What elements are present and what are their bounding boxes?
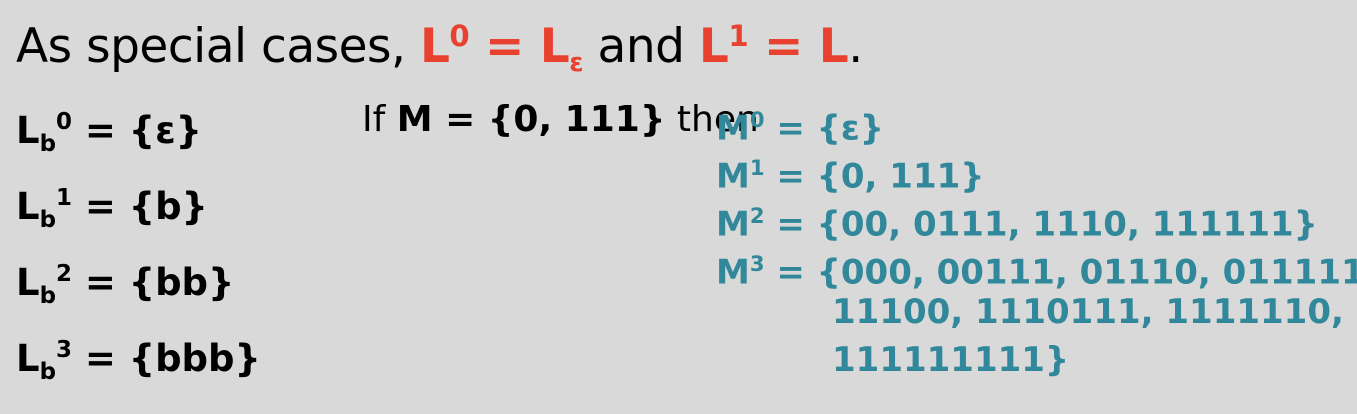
m-power-0: M0 = {ε} xyxy=(716,96,1357,149)
m-power-list: M0 = {ε} M1 = {0, 111} M2 = {00, 0111, 1… xyxy=(716,96,1357,384)
lb-base: L xyxy=(16,336,40,380)
lb-base: L xyxy=(16,260,40,304)
lb-power-1: Lb1 = {b} xyxy=(16,172,261,248)
heading-mid: and xyxy=(583,19,699,75)
lb-value: = {bb} xyxy=(71,260,235,304)
lb-power-0: Lb0 = {ε} xyxy=(16,96,261,172)
m-sup: 3 xyxy=(749,251,765,276)
m-power-3-continuation-2: 111111111} xyxy=(832,340,1070,380)
m-value: = {00, 0111, 1110, 111111} xyxy=(764,204,1318,245)
m-value: = {0, 111} xyxy=(764,156,985,197)
heading-l1-base: L xyxy=(698,19,729,75)
heading-l0-sup: 0 xyxy=(449,19,470,53)
heading-l1-sup: 1 xyxy=(728,19,749,53)
if-word: If xyxy=(362,99,397,140)
heading-l0-expression: L0 = Lε xyxy=(419,19,584,78)
m-definition-line: If M = {0, 111} then xyxy=(362,96,759,144)
m-base: M xyxy=(716,204,750,245)
m-value: = {000, 00111, 01110, 0111111, xyxy=(764,252,1357,293)
lb-base: L xyxy=(16,184,40,228)
lb-value: = {bbb} xyxy=(71,336,261,380)
lb-value: = {b} xyxy=(71,184,208,228)
m-base: M xyxy=(716,156,750,197)
lb-power-3: Lb3 = {bbb} xyxy=(16,324,261,400)
m-sup: 0 xyxy=(749,107,765,132)
heading-dot: . xyxy=(848,19,863,75)
m-definition: M = {0, 111} xyxy=(396,99,666,140)
lb-power-list: Lb0 = {ε} Lb1 = {b} Lb2 = {bb} Lb3 = {bb… xyxy=(16,96,261,400)
lb-sub: b xyxy=(39,130,56,157)
lb-base: L xyxy=(16,108,40,152)
lb-sup: 3 xyxy=(56,337,72,363)
lb-sub: b xyxy=(39,206,56,233)
lb-sup: 2 xyxy=(56,261,72,287)
lb-value: = {ε} xyxy=(71,108,203,152)
m-sup: 2 xyxy=(749,203,765,228)
lb-sub: b xyxy=(39,358,56,385)
heading-l0-base: L xyxy=(419,19,450,75)
heading-l1-eq: = L xyxy=(748,19,849,75)
m-power-3: M3 = {000, 00111, 01110, 0111111, xyxy=(716,240,1357,293)
m-sup: 1 xyxy=(749,155,765,180)
heading-l0-eq: = L xyxy=(469,19,570,75)
lb-sup: 1 xyxy=(56,185,72,211)
heading-l1-expression: L1 = L xyxy=(698,19,849,75)
m-base: M xyxy=(716,252,750,293)
slide-heading: As special cases, L0 = Lε and L1 = L. xyxy=(16,6,863,93)
m-power-2: M2 = {00, 0111, 1110, 111111} xyxy=(716,192,1357,245)
m-value: = {ε} xyxy=(764,108,885,149)
m-power-3-continuation-1: 11100, 1110111, 1111110, xyxy=(832,292,1344,332)
m-power-1: M1 = {0, 111} xyxy=(716,144,1357,197)
lb-sup: 0 xyxy=(56,109,72,135)
m-base: M xyxy=(716,108,750,149)
heading-eps-sub: ε xyxy=(569,48,584,79)
heading-lead: As special cases, xyxy=(16,19,420,75)
lb-power-2: Lb2 = {bb} xyxy=(16,248,261,324)
lb-sub: b xyxy=(39,282,56,309)
